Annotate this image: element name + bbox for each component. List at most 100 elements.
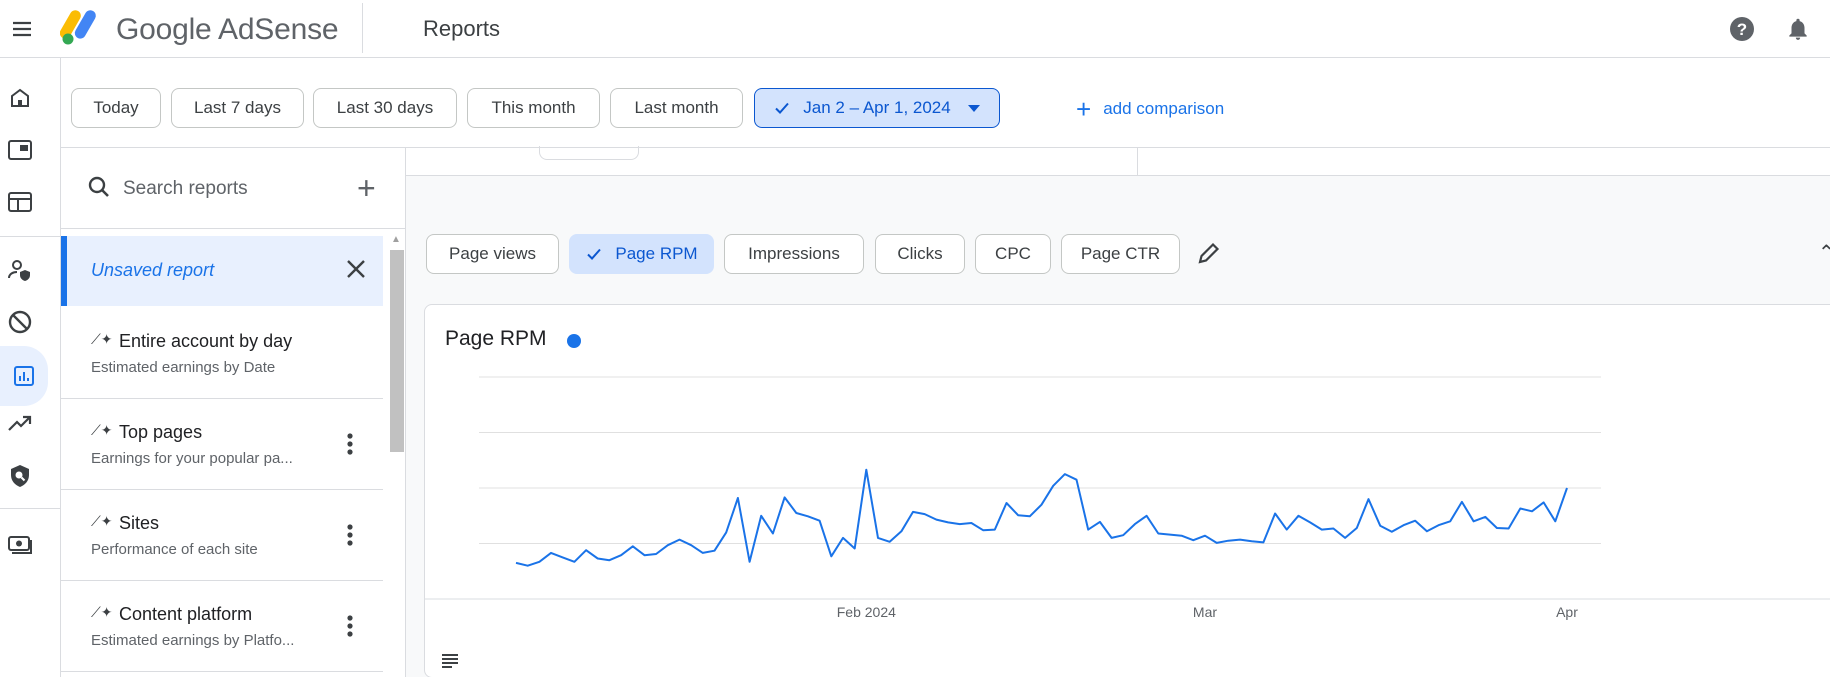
nav-optimization[interactable]: [0, 404, 40, 444]
notifications-button[interactable]: [1782, 13, 1814, 45]
sparkle-chart-icon: ⟋✦: [91, 422, 113, 438]
help-button[interactable]: ?: [1726, 13, 1758, 45]
x-tick-label: Mar: [1193, 604, 1217, 620]
content-icon: [8, 192, 32, 212]
metric-chip-page-rpm[interactable]: Page RPM: [569, 234, 714, 274]
line-chart: Feb 2024 Mar Apr: [425, 376, 1830, 620]
scrollbar-thumb[interactable]: [390, 250, 404, 452]
chip-label: Jan 2 – Apr 1, 2024: [803, 98, 951, 117]
close-icon[interactable]: [343, 256, 369, 282]
metric-chip-clicks[interactable]: Clicks: [875, 234, 965, 274]
search-icon: [88, 176, 109, 197]
help-icon: ?: [1730, 17, 1754, 41]
x-tick-label: Apr: [1556, 604, 1578, 620]
chip-label: CPC: [995, 244, 1031, 263]
nav-privacy-messaging[interactable]: [0, 250, 40, 290]
bell-icon: [1789, 18, 1807, 40]
scroll-up-arrow-icon[interactable]: ▲: [391, 234, 401, 245]
report-title: Content platform: [119, 604, 253, 624]
report-item[interactable]: ⟋✦ Entire account by day Estimated earni…: [61, 309, 383, 399]
dimension-toolbar-edge: [406, 146, 1830, 176]
check-icon: [587, 248, 602, 260]
nav-separator: [0, 236, 61, 237]
report-item[interactable]: ⟋✦ Content platform Estimated earnings b…: [61, 582, 383, 672]
header-divider: [362, 3, 363, 53]
date-range-bar: Today Last 7 days Last 30 days This mont…: [61, 58, 1830, 148]
add-report-button[interactable]: +: [357, 170, 376, 207]
add-comparison-button[interactable]: + add comparison: [1076, 95, 1224, 123]
plus-icon: +: [1076, 94, 1092, 124]
nav-blocking-controls[interactable]: [0, 302, 40, 342]
report-title: Sites: [119, 513, 160, 533]
date-chip-last-month[interactable]: Last month: [610, 88, 743, 128]
search-reports-input[interactable]: Search reports: [123, 178, 248, 200]
report-title: Entire account by day: [119, 331, 293, 351]
chip-label: Page CTR: [1080, 244, 1161, 263]
date-chip-last-7-days[interactable]: Last 7 days: [171, 88, 304, 128]
chip-label: This month: [491, 98, 576, 117]
chip-label: Clicks: [897, 244, 943, 263]
series-line-page-rpm: [515, 468, 1568, 567]
metric-chip-page-ctr[interactable]: Page CTR: [1061, 234, 1180, 274]
ads-icon: [8, 140, 32, 160]
nav-content[interactable]: [0, 182, 40, 222]
table-view-icon[interactable]: [441, 653, 459, 669]
hamburger-menu-icon: [13, 21, 31, 37]
chip-label: Last 30 days: [336, 98, 434, 117]
add-comparison-label: add comparison: [1103, 99, 1225, 118]
left-nav-rail: [0, 58, 61, 677]
report-subtitle: Performance of each site: [91, 541, 258, 558]
saved-reports-panel: Search reports + Unsaved report ⟋✦ Entir…: [61, 148, 406, 677]
chip-label: Last 7 days: [194, 98, 281, 117]
unsaved-report-label: Unsaved report: [91, 260, 215, 280]
metric-chip-cpc[interactable]: CPC: [975, 234, 1051, 274]
panel-scrollbar[interactable]: ▲: [386, 234, 404, 677]
edit-pencil-icon[interactable]: [1196, 240, 1222, 266]
report-search-row: Search reports +: [61, 148, 406, 229]
svg-text:?: ?: [1737, 20, 1747, 39]
more-vert-icon[interactable]: [344, 612, 356, 640]
nav-policy-center[interactable]: [0, 456, 40, 496]
x-tick-label: Feb 2024: [837, 604, 896, 620]
sparkle-chart-icon: ⟋✦: [91, 604, 113, 620]
report-title: Top pages: [119, 422, 203, 442]
metric-area: Page views Page RPM Impressions Clicks C…: [406, 176, 1830, 677]
date-chip-this-month[interactable]: This month: [467, 88, 600, 128]
report-item[interactable]: ⟋✦ Sites Performance of each site: [61, 491, 383, 581]
date-chip-last-30-days[interactable]: Last 30 days: [313, 88, 457, 128]
home-icon: [11, 88, 29, 107]
nav-separator: [0, 508, 61, 509]
page-title: Reports: [423, 16, 501, 41]
chip-label: Page views: [449, 244, 536, 263]
chip-label: Impressions: [748, 244, 840, 263]
trending-up-icon: [8, 415, 32, 431]
dropdown-arrow-icon: [967, 105, 980, 112]
report-subtitle: Estimated earnings by Platfo...: [91, 632, 295, 649]
chip-label: Today: [93, 98, 139, 117]
check-icon: [775, 102, 790, 114]
more-vert-icon[interactable]: [344, 430, 356, 458]
metric-chip-page-views[interactable]: Page views: [426, 234, 559, 274]
brand-name: Google AdSense: [116, 13, 339, 46]
person-shield-icon: [8, 260, 30, 281]
reports-icon: [14, 366, 34, 386]
top-bar: Google AdSense Reports ?: [0, 0, 1830, 58]
sparkle-chart-icon: ⟋✦: [91, 331, 113, 347]
chip-label: Last month: [634, 98, 719, 117]
more-vert-icon[interactable]: [344, 521, 356, 549]
nav-payments[interactable]: [0, 524, 40, 564]
nav-ads[interactable]: [0, 130, 40, 170]
metric-chip-impressions[interactable]: Impressions: [724, 234, 864, 274]
nav-home[interactable]: [0, 78, 40, 118]
collapse-icon[interactable]: ⌃: [1818, 240, 1830, 265]
toolbar-divider: [1137, 148, 1138, 176]
date-chip-custom-range[interactable]: Jan 2 – Apr 1, 2024: [754, 88, 1000, 128]
unsaved-report-item[interactable]: Unsaved report: [61, 236, 383, 306]
toolbar-stub: [539, 146, 639, 160]
main-menu-button[interactable]: [6, 13, 38, 45]
chart-card: Page RPM Feb 2024 Mar Apr: [424, 304, 1830, 677]
date-chip-today[interactable]: Today: [71, 88, 161, 128]
report-subtitle: Estimated earnings by Date: [91, 359, 276, 376]
nav-reports[interactable]: [0, 346, 48, 406]
report-item[interactable]: ⟋✦ Top pages Earnings for your popular p…: [61, 400, 383, 490]
